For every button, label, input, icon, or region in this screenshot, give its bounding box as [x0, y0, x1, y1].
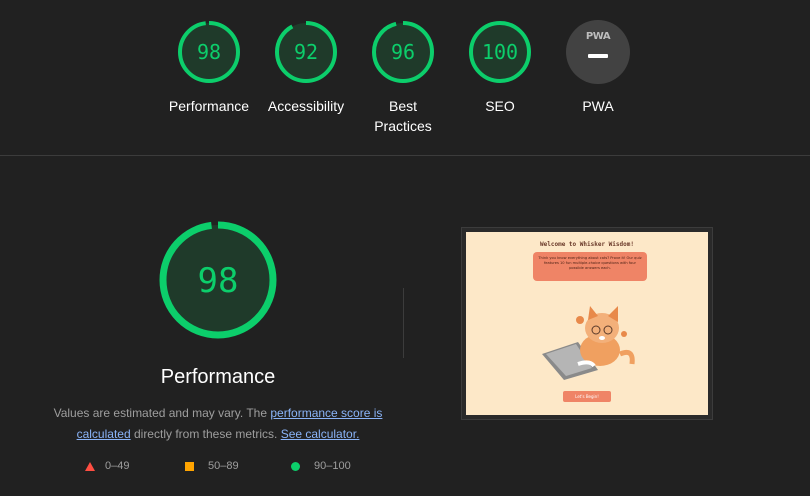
gauge-seo[interactable]: 100 SEO	[452, 20, 548, 116]
desc-prefix: Values are estimated and may vary. The	[53, 406, 271, 420]
preview-title: Welcome to Whisker Wisdom!	[540, 241, 634, 248]
gauge-accessibility-label: Accessibility	[267, 98, 345, 114]
performance-main-gauge: 98	[157, 219, 279, 346]
gauge-best-practices-label: Best Practices	[374, 98, 432, 134]
gauge-best-practices-score: 96	[391, 40, 415, 64]
pwa-badge-text: PWA	[585, 31, 611, 42]
gauge-performance-ring: 98	[178, 21, 240, 83]
legend-pass-label: 90–100	[314, 460, 351, 472]
performance-main-ring: 98	[159, 221, 277, 339]
score-gauges-bar: 98 Performance 92 Accessibility 96 Best …	[0, 0, 810, 156]
gauge-pwa[interactable]: PWA PWA	[550, 20, 646, 116]
cat-with-laptop-illustration	[542, 306, 635, 380]
preview-intro-box: Think you know everything about cats? Pr…	[533, 252, 647, 281]
legend-average: 50–89	[185, 460, 239, 472]
gauge-performance-label: Performance	[168, 98, 250, 114]
gauge-performance-score: 98	[197, 40, 221, 64]
desc-middle: directly from these metrics.	[130, 427, 281, 441]
legend-average-label: 50–89	[208, 460, 239, 472]
gauge-accessibility-ring: 92	[275, 21, 337, 83]
pass-circle-icon	[291, 461, 300, 471]
pwa-badge-icon: PWA	[566, 20, 630, 84]
vertical-divider	[403, 288, 404, 358]
legend-fail: 0–49	[85, 460, 129, 472]
average-square-icon	[185, 461, 194, 471]
gauge-accessibility[interactable]: 92 Accessibility	[258, 20, 354, 116]
final-screenshot-thumbnail[interactable]: Welcome to Whisker Wisdom! Think you kno…	[461, 227, 713, 420]
performance-description: Values are estimated and may vary. The p…	[48, 403, 388, 445]
gauge-seo-label: SEO	[485, 98, 515, 114]
page-preview: Welcome to Whisker Wisdom! Think you kno…	[466, 232, 708, 415]
gauge-best-practices-ring: 96	[372, 21, 434, 83]
preview-begin-button: Let's Begin!	[563, 391, 611, 402]
pwa-dash-icon	[588, 54, 608, 58]
performance-main-score: 98	[198, 261, 239, 301]
see-calculator-link[interactable]: See calculator.	[281, 427, 360, 441]
performance-heading: Performance	[160, 366, 276, 388]
gauge-seo-ring: 100	[469, 21, 531, 83]
legend-fail-label: 0–49	[105, 460, 130, 472]
gauge-seo-score: 100	[482, 40, 518, 64]
gauge-pwa-label: PWA	[582, 98, 614, 114]
legend-pass: 90–100	[291, 460, 351, 472]
gauge-performance[interactable]: 98 Performance	[161, 20, 257, 116]
gauge-best-practices[interactable]: 96 Best Practices	[355, 20, 451, 136]
gauge-accessibility-score: 92	[294, 40, 318, 64]
fail-triangle-icon	[85, 461, 95, 471]
